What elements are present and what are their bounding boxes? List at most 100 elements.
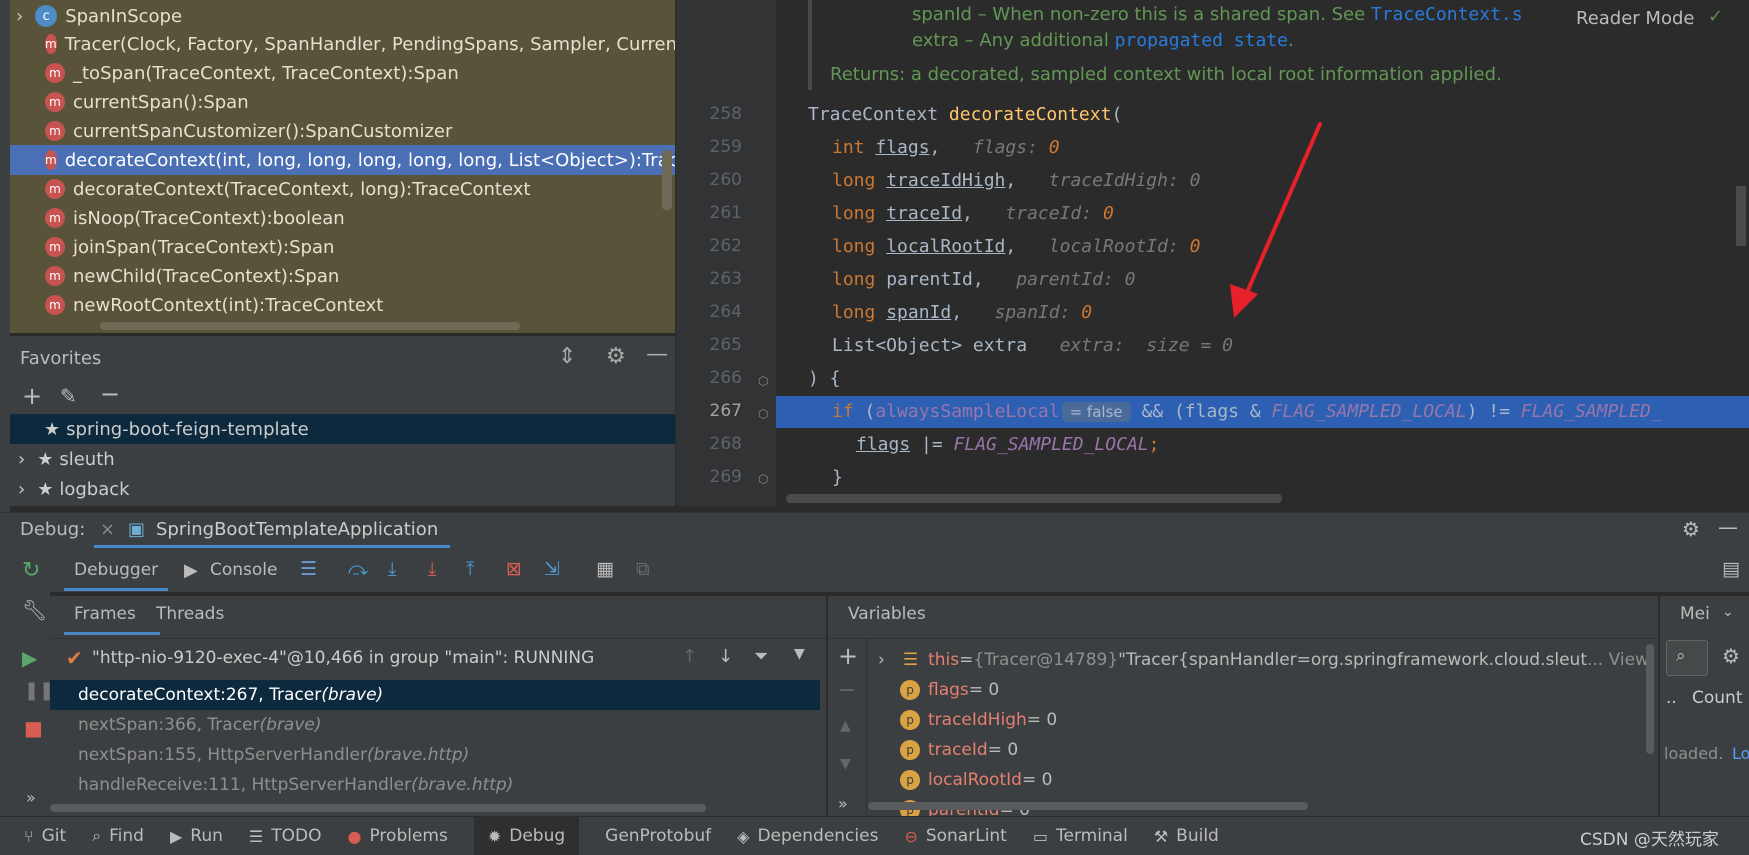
search-input[interactable]: [1666, 640, 1708, 676]
wrench-icon[interactable]: 🔧︎: [22, 598, 47, 622]
structure-vscrollbar[interactable]: [662, 150, 672, 210]
frame-row[interactable]: nextSpan:155, HttpServerHandler (brave.h…: [50, 740, 820, 770]
structure-item-class[interactable]: › c SpanInScope: [10, 1, 675, 31]
editor-gutter: 258 259 260 261 262 263 264 265 266 267 …: [676, 0, 776, 506]
gear-icon[interactable]: ⚙: [606, 344, 626, 369]
variable-row[interactable]: p traceId = 0: [900, 735, 1018, 765]
variable-row[interactable]: p localRootId = 0: [900, 765, 1052, 795]
gear-icon[interactable]: ⚙: [1722, 644, 1740, 668]
console-icon: ▶: [184, 560, 198, 581]
variable-row[interactable]: p traceIdHigh = 0: [900, 705, 1057, 735]
status-run[interactable]: ▶ Run: [170, 826, 223, 846]
remove-watch-icon[interactable]: −: [838, 678, 856, 703]
frames-scrollbar[interactable]: [50, 804, 706, 812]
minimize-icon[interactable]: —: [1718, 515, 1738, 539]
structure-method-selected[interactable]: m decorateContext(int, long, long, long, …: [10, 145, 675, 175]
step-over-icon[interactable]: ⤼: [348, 558, 368, 580]
structure-scrollbar[interactable]: [100, 322, 520, 330]
structure-method[interactable]: m newRootContext(int):TraceContext: [10, 290, 675, 320]
reader-mode-button[interactable]: Reader Mode: [1576, 8, 1694, 29]
variables-scrollbar[interactable]: [868, 802, 1308, 810]
chevron-down-icon[interactable]: ▼: [794, 646, 805, 662]
memory-count-column[interactable]: Count: [1692, 688, 1743, 708]
status-find[interactable]: ⌕ Find: [92, 826, 144, 846]
fold-icon[interactable]: ⬡: [758, 374, 768, 388]
chevron-down-icon[interactable]: ⌄: [1722, 604, 1734, 620]
add-icon[interactable]: +: [22, 382, 42, 410]
chevron-right-icon[interactable]: ›: [18, 449, 25, 470]
status-build[interactable]: ⚒ Build: [1154, 826, 1219, 846]
variable-row-this[interactable]: › ☰ this = {Tracer@14789} "Tracer{spanHa…: [878, 645, 1649, 675]
add-watch-icon[interactable]: +: [838, 642, 858, 670]
move-down-icon[interactable]: ▼: [840, 756, 851, 772]
tab-memory[interactable]: Mei: [1680, 604, 1710, 624]
edit-icon[interactable]: ✎: [60, 384, 77, 408]
more-icon[interactable]: »: [26, 788, 36, 807]
collapse-icon[interactable]: ⇕: [558, 344, 576, 369]
move-up-icon[interactable]: ▲: [840, 718, 851, 734]
status-dependencies[interactable]: ◈ Dependencies: [737, 826, 878, 846]
remove-icon[interactable]: −: [100, 380, 120, 408]
gear-icon[interactable]: ⚙: [1682, 517, 1700, 541]
frame-row[interactable]: handleReceive:111, HttpServerHandler (br…: [50, 770, 820, 800]
debug-session-tab[interactable]: SpringBootTemplateApplication: [156, 519, 438, 540]
minimize-icon[interactable]: —: [646, 342, 668, 367]
structure-method[interactable]: m newChild(TraceContext):Span: [10, 261, 675, 291]
editor-vscrollbar[interactable]: [1736, 186, 1746, 246]
rerun-icon[interactable]: ↻: [22, 558, 40, 583]
status-genprotobuf[interactable]: GenProtobuf: [605, 826, 711, 846]
layout-icon[interactable]: ▤: [1722, 558, 1740, 580]
favorite-item[interactable]: ★ spring-boot-feign-template: [10, 414, 675, 444]
tab-threads[interactable]: Threads: [156, 604, 224, 624]
trace-icon[interactable]: ⧉: [636, 558, 650, 580]
structure-method[interactable]: m currentSpan():Span: [10, 87, 675, 117]
fold-icon[interactable]: ⬡: [758, 472, 768, 486]
structure-method[interactable]: m Tracer(Clock, Factory, SpanHandler, Pen…: [10, 29, 675, 59]
close-icon[interactable]: ×: [100, 519, 115, 540]
arrow-down-icon[interactable]: ↓: [718, 646, 733, 667]
step-out-icon[interactable]: ⤒: [466, 558, 474, 580]
line-number: 268: [709, 434, 742, 454]
structure-method[interactable]: m _toSpan(TraceContext, TraceContext):Spa…: [10, 58, 675, 88]
chevron-right-icon[interactable]: ›: [878, 650, 885, 670]
evaluate-icon[interactable]: ▦: [596, 558, 614, 580]
arrow-up-icon[interactable]: ↑: [682, 646, 697, 667]
status-problems[interactable]: ● Problems: [348, 826, 448, 846]
structure-method[interactable]: m decorateContext(TraceContext, long):Tra…: [10, 174, 675, 204]
chevron-right-icon[interactable]: ›: [18, 479, 25, 500]
status-git[interactable]: ⑂ Git: [24, 826, 66, 846]
step-into-icon[interactable]: ⤓: [388, 558, 396, 580]
frame-row-selected[interactable]: decorateContext:267, Tracer (brave): [50, 680, 820, 710]
run-to-cursor-icon[interactable]: ⇲: [544, 558, 560, 580]
tab-console[interactable]: Console: [210, 560, 278, 580]
force-step-into-icon[interactable]: ⤓: [428, 558, 436, 580]
structure-method[interactable]: m isNoop(TraceContext):boolean: [10, 203, 675, 233]
parameter-icon: p: [900, 770, 920, 790]
favorite-item[interactable]: › ★ sleuth: [10, 444, 675, 474]
frame-row[interactable]: nextSpan:366, Tracer (brave): [50, 710, 820, 740]
tab-debugger[interactable]: Debugger: [74, 560, 158, 580]
structure-method[interactable]: m joinSpan(TraceContext):Span: [10, 232, 675, 262]
variables-vscrollbar[interactable]: [1646, 644, 1654, 754]
status-sonarlint[interactable]: ⊖ SonarLint: [904, 826, 1006, 846]
editor-hscrollbar[interactable]: [786, 494, 1282, 503]
resume-icon[interactable]: ▶: [22, 646, 37, 670]
favorite-item[interactable]: › ★ logback: [10, 474, 675, 504]
drop-frame-icon[interactable]: ⊠: [506, 558, 522, 580]
list-icon[interactable]: ☰: [300, 558, 317, 580]
status-todo[interactable]: ☰ TODO: [249, 826, 322, 846]
memory-load-link[interactable]: Lo: [1732, 744, 1749, 763]
chevron-right-icon[interactable]: ›: [16, 6, 23, 27]
status-terminal[interactable]: ▭ Terminal: [1033, 826, 1128, 846]
stop-icon[interactable]: ■: [24, 716, 43, 740]
tab-frames[interactable]: Frames: [74, 604, 136, 624]
code-line-269: }: [832, 467, 843, 488]
filter-icon[interactable]: ⏷: [754, 646, 768, 667]
status-debug[interactable]: ✹ Debug: [473, 817, 580, 855]
thread-selector[interactable]: "http-nio-9120-exec-4"@10,466 in group "…: [92, 648, 594, 668]
more-icon[interactable]: »: [838, 794, 848, 813]
variables-title: Variables: [848, 604, 926, 624]
structure-method[interactable]: m currentSpanCustomizer():SpanCustomizer: [10, 116, 675, 146]
fold-icon[interactable]: ⬡: [758, 407, 768, 421]
variable-row[interactable]: p flags = 0: [900, 675, 999, 705]
